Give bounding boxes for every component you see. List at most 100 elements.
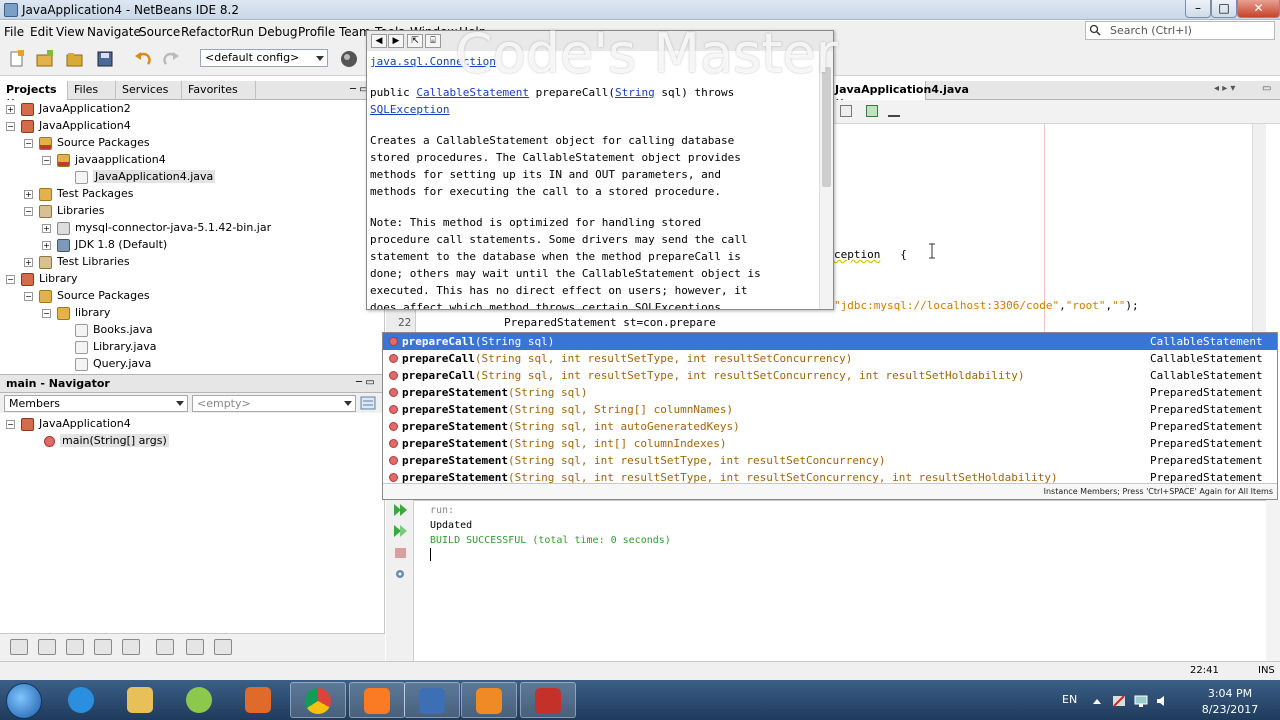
tab-scroll-icon[interactable]: ◂ ▸ ▾ [1214, 83, 1235, 94]
empty-filter-dropdown[interactable]: <empty> [192, 395, 356, 412]
sig-param-type-link[interactable]: String [615, 86, 655, 99]
search-input[interactable]: Search (Ctrl+I) [1085, 21, 1275, 40]
ie-taskbar-button[interactable] [54, 682, 110, 718]
expand-icon[interactable]: − [42, 155, 51, 165]
action-center-icon[interactable] [1112, 695, 1126, 707]
menu-navigate[interactable]: Navigate [87, 25, 141, 39]
sort-icon[interactable] [156, 639, 174, 655]
format-icon[interactable] [888, 105, 900, 117]
menu-debug[interactable]: Debug [258, 25, 297, 39]
output-settings-icon[interactable] [393, 567, 408, 581]
completion-item[interactable]: prepareStatement(String sql, int[] colum… [383, 435, 1277, 452]
bookmark-icon[interactable] [866, 105, 878, 117]
expand-icon[interactable]: + [42, 223, 51, 233]
expand-icon[interactable]: − [6, 121, 15, 131]
tree-item[interactable]: + Test Packages [24, 185, 133, 202]
tree-item[interactable]: − library [42, 304, 110, 321]
completion-item[interactable]: prepareCall(String sql) CallableStatement [383, 333, 1277, 350]
stop-icon[interactable] [393, 546, 408, 560]
sig-exception-link[interactable]: SQLException [370, 103, 449, 116]
open-in-browser-icon[interactable]: ⇱ [407, 34, 423, 48]
filter-static-icon[interactable] [38, 639, 56, 655]
config-dropdown[interactable]: <default config> [200, 49, 328, 67]
new-project-icon[interactable] [36, 50, 54, 68]
clock-time[interactable]: 3:04 PM [1195, 687, 1265, 700]
menu-view[interactable]: View [56, 25, 84, 39]
minimize-panel-icon[interactable]: ─ ▭ [356, 377, 375, 388]
toggle-comment-icon[interactable] [840, 105, 852, 117]
editor-scrollbar[interactable] [1252, 124, 1266, 332]
navigator-method[interactable]: main(String[] args) [44, 432, 169, 449]
expand-icon[interactable]: + [24, 189, 33, 199]
tab-javaapplication4-java[interactable]: JavaApplication4.java ✕ [830, 81, 969, 109]
tray-expand-icon[interactable] [1090, 695, 1104, 707]
rerun-with-params-icon[interactable] [393, 524, 408, 538]
completion-item[interactable]: prepareCall(String sql, int resultSetTyp… [383, 367, 1277, 384]
completion-item[interactable]: prepareStatement(String sql, int resultS… [383, 452, 1277, 469]
redo-icon[interactable] [162, 50, 180, 68]
minimize-button[interactable]: – [1185, 0, 1211, 18]
tree-item[interactable]: − Libraries [24, 202, 105, 219]
completion-item[interactable]: prepareStatement(String sql, int autoGen… [383, 418, 1277, 435]
maximize-editor-icon[interactable]: ▭ [1262, 83, 1271, 94]
members-filter-dropdown[interactable]: Members [4, 395, 188, 412]
undo-icon[interactable] [134, 50, 152, 68]
completion-item[interactable]: prepareStatement(String sql, String[] co… [383, 401, 1277, 418]
back-icon[interactable]: ◀ [371, 34, 387, 48]
sort-alpha-icon[interactable] [186, 639, 204, 655]
open-project-icon[interactable] [66, 50, 84, 68]
media-player-taskbar-button[interactable] [231, 682, 287, 718]
collapse-icon[interactable]: − [6, 419, 15, 429]
volume-icon[interactable] [1156, 695, 1170, 707]
pdf-taskbar-button[interactable] [461, 682, 517, 718]
menu-profile[interactable]: Profile [298, 25, 335, 39]
clock-date[interactable]: 8/23/2017 [1195, 703, 1265, 716]
menu-file[interactable]: File [4, 25, 24, 39]
output-scrollbar[interactable] [1266, 500, 1280, 661]
xampp-taskbar-button[interactable] [349, 682, 405, 718]
navigator-settings-icon[interactable] [360, 396, 376, 410]
expand-icon[interactable]: + [24, 257, 33, 267]
tree-item[interactable]: − Source Packages [24, 287, 150, 304]
expand-icon[interactable]: − [24, 206, 33, 216]
filter-inherited-icon[interactable] [94, 639, 112, 655]
completion-item[interactable]: prepareStatement(String sql) PreparedStat… [383, 384, 1277, 401]
save-all-icon[interactable] [96, 50, 114, 68]
expand-icon[interactable]: + [42, 240, 51, 250]
expand-icon[interactable]: − [42, 308, 51, 318]
rerun-icon[interactable] [393, 503, 408, 517]
forward-icon[interactable]: ▶ [388, 34, 404, 48]
run-project-icon[interactable] [340, 50, 358, 68]
filter-fields-icon[interactable] [10, 639, 28, 655]
tab-projects[interactable]: Projects ✕ [0, 81, 68, 109]
navigator-root[interactable]: − JavaApplication4 [6, 415, 131, 432]
new-file-icon[interactable] [8, 50, 26, 68]
tab-favorites[interactable]: Favorites [182, 81, 256, 100]
maximize-button[interactable]: □ [1211, 0, 1237, 18]
network-icon[interactable] [1134, 695, 1148, 707]
expand-icon[interactable]: − [24, 291, 33, 301]
language-indicator[interactable]: EN [1062, 693, 1077, 706]
android-taskbar-button[interactable] [172, 682, 228, 718]
tree-item[interactable]: + mysql-connector-java-5.1.42-bin.jar [42, 219, 271, 236]
menu-refactor[interactable]: Refactor [181, 25, 231, 39]
tree-item[interactable]: − javaapplication4 [42, 151, 166, 168]
chrome-taskbar-button[interactable] [290, 682, 346, 718]
tab-files[interactable]: Files [68, 81, 116, 100]
sig-type-link[interactable]: CallableStatement [416, 86, 529, 99]
tree-item[interactable]: + JDK 1.8 (Default) [42, 236, 167, 253]
expand-icon[interactable]: − [6, 274, 15, 284]
tree-item[interactable]: JavaApplication4.java [60, 168, 216, 185]
tree-item[interactable]: − JavaApplication4 [6, 117, 131, 134]
menu-run[interactable]: Run [231, 25, 254, 39]
tree-item[interactable]: − Source Packages [24, 134, 150, 151]
explorer-taskbar-button[interactable] [113, 682, 169, 718]
show-source-icon[interactable]: ⌸ [425, 34, 441, 48]
filter-classes-icon[interactable] [122, 639, 140, 655]
tree-item[interactable]: Books.java [60, 321, 153, 338]
virtualbox-taskbar-button[interactable] [404, 682, 460, 718]
tree-item[interactable]: + Test Libraries [24, 253, 130, 270]
tree-item[interactable]: + JavaApplication2 [6, 100, 131, 117]
javadoc-scrollbar[interactable] [819, 51, 833, 309]
tab-services[interactable]: Services [116, 81, 182, 100]
